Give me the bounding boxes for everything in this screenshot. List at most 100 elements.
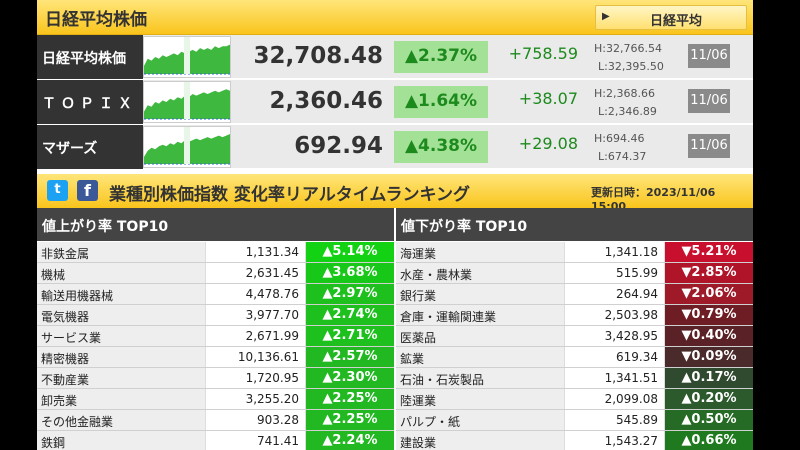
index-low: L:674.37	[598, 150, 647, 163]
index-change: +38.07	[518, 89, 578, 108]
gainers-list: 非鉄金属 1,131.34 ▲5.14% 機械 2,631.45 ▲3.68% 輸送用機…	[37, 242, 394, 450]
index-high-low: H:2,368.66 L:2,346.89	[594, 85, 657, 121]
loser-row[interactable]: 建設業 1,543.27 ▲0.66%	[396, 431, 753, 450]
sector-change-pct: ▲3.68%	[306, 263, 394, 283]
sector-value: 1,131.34	[205, 242, 306, 262]
gainer-row[interactable]: 輸送用機器械 4,478.76 ▲2.97%	[37, 284, 394, 305]
index-row-nikkei[interactable]: 日経平均株価 32,708.48 ▲2.37% +758.59 H:32,766…	[37, 35, 753, 79]
facebook-icon[interactable]: f	[77, 180, 98, 201]
index-change-pct: ▲1.64%	[394, 86, 488, 118]
index-date: 11/06	[688, 44, 730, 68]
sector-change-pct: ▼0.09%	[665, 347, 753, 367]
loser-row[interactable]: 水産・農林業 515.99 ▼2.85%	[396, 263, 753, 284]
market-widget: 日経平均株価 ▶ 日経平均 日経平均株価 32,708.48 ▲2.37% +7…	[37, 0, 753, 450]
gainer-row[interactable]: 鉄鋼 741.41 ▲2.24%	[37, 431, 394, 450]
sector-name: 陸運業	[396, 389, 564, 409]
sector-name: 鉱業	[396, 347, 564, 367]
sector-change-pct: ▲2.71%	[306, 326, 394, 346]
index-price: 2,360.46	[269, 88, 384, 114]
gainer-row[interactable]: 不動産業 1,720.95 ▲2.30%	[37, 368, 394, 389]
sector-name: 水産・農林業	[396, 263, 564, 283]
sector-name: 機械	[37, 263, 205, 283]
gainer-row[interactable]: 電気機器 3,977.70 ▲2.74%	[37, 305, 394, 326]
sector-value: 741.41	[205, 431, 306, 450]
index-row-topix[interactable]: ＴＯＰＩＸ 2,360.46 ▲1.64% +38.07 H:2,368.66 …	[37, 80, 753, 124]
sector-name: 卸売業	[37, 389, 205, 409]
loser-row[interactable]: 石油・石炭製品 1,341.51 ▲0.17%	[396, 368, 753, 389]
index-change-pct: ▲4.38%	[394, 131, 488, 163]
gainer-row[interactable]: その他金融業 903.28 ▲2.25%	[37, 410, 394, 431]
index-row-mothers[interactable]: マザーズ 692.94 ▲4.38% +29.08 H:694.46 L:674…	[37, 125, 753, 169]
index-header: 日経平均株価 ▶ 日経平均	[37, 0, 753, 35]
ranking-header: t f 業種別株価指数 変化率リアルタイムランキング 更新日時：2023/11/…	[37, 174, 753, 213]
sector-change-pct: ▼0.79%	[665, 305, 753, 325]
sector-value: 264.94	[564, 284, 665, 304]
index-low: L:32,395.50	[598, 60, 664, 73]
sector-value: 619.34	[564, 347, 665, 367]
index-change: +758.59	[508, 44, 578, 63]
sector-name: 石油・石炭製品	[396, 368, 564, 388]
index-name: 日経平均株価	[37, 35, 143, 79]
nikkei-select-label: 日経平均	[650, 14, 703, 29]
sector-name: 不動産業	[37, 368, 205, 388]
sector-value: 1,543.27	[564, 431, 665, 450]
intraday-sparkline	[143, 36, 231, 78]
sector-change-pct: ▲2.97%	[306, 284, 394, 304]
sector-name: 精密機器	[37, 347, 205, 367]
index-header-title: 日経平均株価	[45, 10, 147, 30]
loser-row[interactable]: 海運業 1,341.18 ▼5.21%	[396, 242, 753, 263]
sector-name: 輸送用機器械	[37, 284, 205, 304]
sector-value: 3,428.95	[564, 326, 665, 346]
gainer-row[interactable]: 機械 2,631.45 ▲3.68%	[37, 263, 394, 284]
sector-name: 非鉄金属	[37, 242, 205, 262]
intraday-sparkline	[143, 126, 231, 168]
index-date: 11/06	[688, 89, 730, 113]
sector-change-pct: ▲2.30%	[306, 368, 394, 388]
gainer-row[interactable]: 卸売業 3,255.20 ▲2.25%	[37, 389, 394, 410]
sector-value: 3,255.20	[205, 389, 306, 409]
sector-value: 2,503.98	[564, 305, 665, 325]
sector-change-pct: ▲2.74%	[306, 305, 394, 325]
sector-value: 1,341.51	[564, 368, 665, 388]
index-high: H:694.46	[594, 132, 645, 145]
losers-list: 海運業 1,341.18 ▼5.21% 水産・農林業 515.99 ▼2.85% 銀行業…	[396, 242, 753, 450]
sector-change-pct: ▲0.50%	[665, 410, 753, 430]
loser-row[interactable]: 陸運業 2,099.08 ▲0.20%	[396, 389, 753, 410]
sector-change-pct: ▼0.40%	[665, 326, 753, 346]
sector-change-pct: ▲0.20%	[665, 389, 753, 409]
loser-row[interactable]: 銀行業 264.94 ▼2.06%	[396, 284, 753, 305]
sector-value: 2,099.08	[564, 389, 665, 409]
sector-name: 電気機器	[37, 305, 205, 325]
index-name: マザーズ	[37, 125, 143, 169]
sector-change-pct: ▲0.17%	[665, 368, 753, 388]
index-name: ＴＯＰＩＸ	[37, 80, 143, 124]
gainers-header: 値上がり率 TOP10	[37, 208, 394, 241]
sector-name: その他金融業	[37, 410, 205, 430]
ranking-title: 業種別株価指数 変化率リアルタイムランキング	[109, 185, 471, 205]
play-arrow-icon: ▶	[602, 11, 610, 22]
sector-change-pct: ▲2.25%	[306, 389, 394, 409]
sector-name: サービス業	[37, 326, 205, 346]
gainer-row[interactable]: 精密機器 10,136.61 ▲2.57%	[37, 347, 394, 368]
index-high-low: H:32,766.54 L:32,395.50	[594, 40, 664, 76]
twitter-icon[interactable]: t	[47, 180, 68, 201]
sector-name: 医薬品	[396, 326, 564, 346]
sparkline-lunch-gap	[184, 37, 190, 74]
index-high: H:32,766.54	[594, 42, 662, 55]
gainer-row[interactable]: サービス業 2,671.99 ▲2.71%	[37, 326, 394, 347]
losers-header: 値下がり率 TOP10	[396, 208, 753, 241]
sector-change-pct: ▲2.57%	[306, 347, 394, 367]
loser-row[interactable]: 鉱業 619.34 ▼0.09%	[396, 347, 753, 368]
sector-value: 903.28	[205, 410, 306, 430]
loser-row[interactable]: 倉庫・運輸関連業 2,503.98 ▼0.79%	[396, 305, 753, 326]
sector-value: 515.99	[564, 263, 665, 283]
index-price: 32,708.48	[253, 43, 384, 69]
gainer-row[interactable]: 非鉄金属 1,131.34 ▲5.14%	[37, 242, 394, 263]
sector-value: 545.89	[564, 410, 665, 430]
sector-change-pct: ▲0.66%	[665, 431, 753, 450]
sector-change-pct: ▼2.85%	[665, 263, 753, 283]
loser-row[interactable]: パルプ・紙 545.89 ▲0.50%	[396, 410, 753, 431]
nikkei-select-button[interactable]: ▶ 日経平均	[595, 5, 747, 30]
index-high-low: H:694.46 L:674.37	[594, 130, 646, 166]
loser-row[interactable]: 医薬品 3,428.95 ▼0.40%	[396, 326, 753, 347]
